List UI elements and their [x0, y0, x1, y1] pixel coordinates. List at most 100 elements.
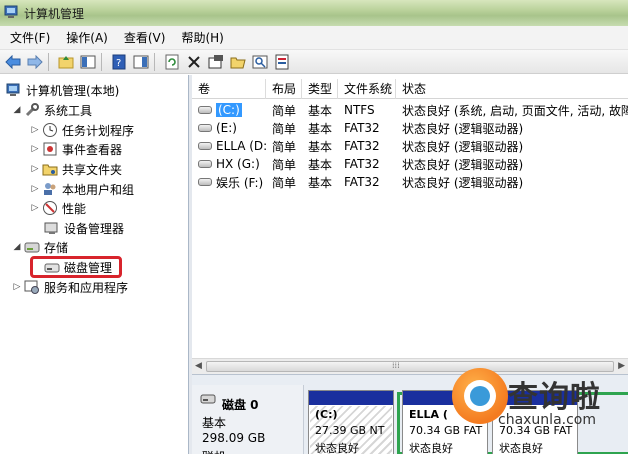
cell-status: 状态良好 (逻辑驱动器) — [402, 157, 524, 172]
expand-arrow-icon[interactable]: ▷ — [30, 164, 40, 174]
menu-view[interactable]: 查看(V) — [114, 29, 172, 46]
device-manager-icon — [44, 220, 60, 236]
cell-status: 状态良好 (逻辑驱动器) — [402, 175, 524, 190]
refresh-icon[interactable] — [163, 53, 181, 71]
volume-icon — [198, 142, 212, 150]
volume-icon — [198, 178, 212, 186]
tree-label: 服务和应用程序 — [44, 280, 129, 295]
expand-arrow-icon[interactable]: ▷ — [30, 144, 40, 154]
tree-item-system-tools[interactable]: ◢ 系统工具 — [12, 101, 92, 119]
tree-label: 性能 — [62, 201, 87, 216]
menu-help[interactable]: 帮助(H) — [171, 29, 229, 46]
volume-icon — [198, 124, 212, 132]
column-header-type[interactable]: 类型 — [302, 79, 338, 99]
volume-icon — [198, 106, 212, 114]
cell-filesystem: FAT32 — [344, 157, 380, 171]
delete-icon[interactable] — [185, 53, 203, 71]
cell-type: 基本 — [308, 103, 333, 118]
expand-arrow-icon[interactable]: ▷ — [30, 184, 40, 194]
cell-type: 基本 — [308, 157, 333, 172]
tree-item-device-manager[interactable]: 设备管理器 — [44, 219, 124, 237]
cell-filesystem: NTFS — [344, 103, 375, 117]
tree-item-shared-folders[interactable]: ▷ 共享文件夹 — [30, 160, 122, 178]
event-viewer-icon — [42, 141, 58, 157]
volume-name: (E:) — [216, 121, 237, 135]
expand-arrow-icon[interactable]: ▷ — [30, 125, 40, 135]
users-icon — [42, 181, 58, 197]
storage-icon — [24, 239, 40, 255]
volume-name: 娱乐 (F:) — [216, 175, 264, 190]
show-hide-tree-icon[interactable] — [79, 53, 97, 71]
export-icon[interactable] — [273, 53, 291, 71]
disk-drive-icon — [200, 393, 216, 409]
collapse-arrow-icon[interactable]: ◢ — [12, 242, 22, 252]
computer-management-icon — [4, 5, 18, 18]
disk-0-label[interactable]: 磁盘 0 基本 298.09 GB 联机 — [192, 385, 304, 454]
table-row[interactable]: (C:) 简单 基本 NTFS 状态良好 (系统, 启动, 页面文件, 活动, … — [192, 101, 628, 119]
table-row[interactable]: HX (G:) 简单 基本 FAT32 状态良好 (逻辑驱动器) — [192, 155, 628, 173]
menu-bar: 文件(F) 操作(A) 查看(V) 帮助(H) — [0, 26, 628, 50]
column-header-layout[interactable]: 布局 — [266, 79, 302, 99]
up-folder-icon[interactable] — [57, 53, 75, 71]
collapse-arrow-icon[interactable]: ◢ — [12, 105, 22, 115]
search-icon[interactable] — [251, 53, 269, 71]
partition-name: (C:) — [315, 408, 338, 421]
tree-item-event-viewer[interactable]: ▷ 事件查看器 — [30, 140, 122, 158]
column-header-filesystem[interactable]: 文件系统 — [338, 79, 396, 99]
cell-layout: 简单 — [272, 157, 297, 172]
tree-label: 计算机管理(本地) — [26, 83, 120, 98]
forward-arrow-icon[interactable] — [26, 53, 44, 71]
title-bar: 计算机管理 — [0, 0, 628, 26]
help-icon[interactable]: ? — [110, 53, 128, 71]
tree-label: 系统工具 — [44, 103, 93, 118]
partition-c[interactable]: (C:) 27.39 GB NT 状态良好 — [308, 390, 394, 454]
back-arrow-icon[interactable] — [4, 53, 22, 71]
menu-action[interactable]: 操作(A) — [56, 29, 114, 46]
performance-icon — [42, 200, 58, 216]
tree-item-computer-management[interactable]: 计算机管理(本地) — [6, 81, 119, 99]
disk-type: 基本 — [202, 416, 227, 430]
cell-type: 基本 — [308, 121, 333, 136]
shared-folder-icon — [42, 161, 58, 177]
services-icon — [24, 279, 40, 295]
show-hide-action-icon[interactable] — [132, 53, 150, 71]
disk-status: 联机 — [202, 448, 226, 454]
cell-layout: 简单 — [272, 139, 297, 154]
window-title: 计算机管理 — [24, 7, 85, 21]
scroll-grip: ⁞⁞⁞ — [392, 361, 400, 370]
list-header: 卷 布局 类型 文件系统 状态 — [192, 79, 628, 99]
toolbar-separator — [48, 52, 49, 71]
table-row[interactable]: 娱乐 (F:) 简单 基本 FAT32 状态良好 (逻辑驱动器) — [192, 173, 628, 191]
svg-text:?: ? — [116, 58, 121, 69]
expand-arrow-icon[interactable]: ▷ — [30, 203, 40, 213]
cell-filesystem: FAT32 — [344, 175, 380, 189]
tree-label: 存储 — [44, 240, 69, 255]
tree-item-local-users[interactable]: ▷ 本地用户和组 — [30, 180, 134, 198]
cell-layout: 简单 — [272, 103, 297, 118]
scroll-left-icon[interactable]: ◀ — [195, 361, 202, 371]
cell-filesystem: FAT32 — [344, 139, 380, 153]
watermark: 查询啦 chaxunla.com — [452, 368, 628, 454]
table-row[interactable]: ELLA (D:) 简单 基本 FAT32 状态良好 (逻辑驱动器) — [192, 137, 628, 155]
partition-info: 27.39 GB NT — [315, 424, 385, 437]
tree-label: 共享文件夹 — [62, 162, 123, 177]
toolbar-separator — [154, 52, 155, 71]
expand-arrow-icon[interactable]: ▷ — [12, 282, 22, 292]
tree-item-task-scheduler[interactable]: ▷ 任务计划程序 — [30, 121, 134, 139]
table-row[interactable]: (E:) 简单 基本 FAT32 状态良好 (逻辑驱动器) — [192, 119, 628, 137]
tree-item-performance[interactable]: ▷ 性能 — [30, 199, 86, 217]
open-icon[interactable] — [229, 53, 247, 71]
tree-item-services[interactable]: ▷ 服务和应用程序 — [12, 278, 128, 296]
disk-size: 298.09 GB — [202, 431, 266, 445]
partition-bar — [309, 391, 393, 405]
tree-item-storage[interactable]: ◢ 存储 — [12, 238, 68, 256]
column-header-volume[interactable]: 卷 — [192, 79, 266, 99]
tools-icon — [24, 102, 40, 118]
properties-icon[interactable] — [207, 53, 225, 71]
menu-file[interactable]: 文件(F) — [0, 29, 56, 46]
volume-icon — [198, 160, 212, 168]
computer-management-icon — [6, 82, 22, 98]
toolbar-separator — [101, 52, 102, 71]
cell-layout: 简单 — [272, 121, 297, 136]
column-header-status[interactable]: 状态 — [396, 79, 628, 99]
